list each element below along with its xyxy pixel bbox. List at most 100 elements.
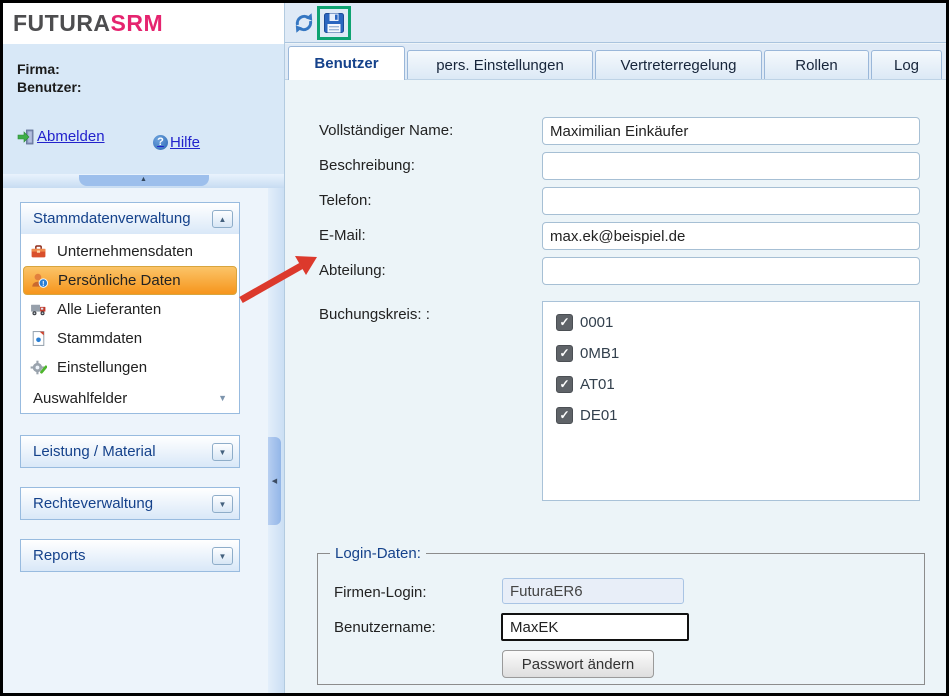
benutzername-input[interactable] [501,613,689,641]
buchungskreis-option-de01[interactable]: ✓ DE01 [556,406,618,424]
field-label-telefon: Telefon: [319,192,372,209]
option-label: AT01 [580,376,615,393]
panel-header-rechteverwaltung[interactable]: Rechteverwaltung ▼ [21,488,239,519]
logout-icon [17,129,35,145]
horizontal-splitter[interactable]: ▲ [3,174,284,188]
sidebar: FUTURASRM Firma: Benutzer: Abmelden ?Hil… [3,3,284,693]
checkbox-checked-icon[interactable]: ✓ [556,407,573,424]
beschreibung-input[interactable] [542,152,920,180]
tab-label: Vertreterregelung [621,57,737,74]
sidebar-item-alle-lieferanten[interactable]: Alle Lieferanten [23,295,237,324]
expand-down-icon[interactable]: ▼ [212,443,233,461]
toolbar [285,3,946,43]
brand-srm: SRM [111,10,164,36]
form-row: Vollständiger Name: [285,117,946,145]
field-label-beschreibung: Beschreibung: [319,157,415,174]
buchungskreis-option-0mb1[interactable]: ✓ 0MB1 [556,344,619,362]
tab-label: Benutzer [314,55,378,72]
sidebar-item-label: Einstellungen [57,359,147,376]
form-row: E-Mail: [285,222,946,250]
logout-label: Abmelden [37,128,105,145]
panel-header-reports[interactable]: Reports ▼ [21,540,239,571]
save-icon[interactable] [323,12,345,34]
refresh-icon[interactable] [293,12,315,34]
panel-rechteverwaltung: Rechteverwaltung ▼ [20,487,240,520]
benutzer-form: Vollständiger Name: Beschreibung: Telefo… [285,80,946,693]
tab-label: Log [894,57,919,74]
sidebar-item-persoenliche-daten[interactable]: ! Persönliche Daten [23,266,237,295]
accordion-nav: Stammdatenverwaltung ▲ Unternehmensdaten… [3,188,268,693]
stammdaten-menu: Unternehmensdaten ! Persönliche Daten Al… [21,234,239,413]
company-icon [30,243,47,260]
help-icon: ? [153,135,168,150]
tab-bar: Benutzer pers. Einstellungen Vertreterre… [285,44,946,80]
annotation-highlight-box [317,6,351,40]
panel-header-leistung-material[interactable]: Leistung / Material ▼ [21,436,239,467]
main-area: Benutzer pers. Einstellungen Vertreterre… [284,3,946,693]
help-link[interactable]: ?Hilfe [153,134,200,151]
panel-title: Stammdatenverwaltung [33,210,191,227]
buchungskreis-option-at01[interactable]: ✓ AT01 [556,375,615,393]
benutzer-label: Benutzer: [17,79,82,95]
collapse-up-icon[interactable]: ▲ [212,210,233,228]
abteilung-input[interactable] [542,257,920,285]
login-daten-legend: Login-Daten: [330,545,426,562]
svg-text:!: ! [42,281,44,288]
telefon-input[interactable] [542,187,920,215]
auswahlfelder-label: Auswahlfelder [33,390,127,407]
suppliers-icon [30,301,47,318]
tab-rollen[interactable]: Rollen [764,50,869,79]
login-daten-fieldset: Login-Daten: Firmen-Login: Benutzername:… [317,545,925,685]
option-label: 0MB1 [580,345,619,362]
panel-title: Rechteverwaltung [33,495,153,512]
form-row: Beschreibung: [285,152,946,180]
sidebar-item-label: Unternehmensdaten [57,243,193,260]
vollstaendiger-name-input[interactable] [542,117,920,145]
masterdata-icon [30,330,47,347]
sidebar-item-label: Persönliche Daten [58,272,181,289]
checkbox-checked-icon[interactable]: ✓ [556,314,573,331]
checkbox-checked-icon[interactable]: ✓ [556,345,573,362]
firmen-login-input [502,578,684,604]
buchungskreis-listbox: ✓ 0001 ✓ 0MB1 ✓ AT01 ✓ DE01 [542,301,920,501]
passwort-aendern-button[interactable]: Passwort ändern [502,650,654,678]
sidebar-item-einstellungen[interactable]: Einstellungen [23,353,237,382]
tab-label: pers. Einstellungen [436,57,564,74]
panel-header-stammdatenverwaltung[interactable]: Stammdatenverwaltung ▲ [21,203,239,234]
expand-down-icon[interactable]: ▼ [212,547,233,565]
tab-label: Rollen [795,57,838,74]
expand-down-icon[interactable]: ▼ [212,495,233,513]
sidebar-item-unternehmensdaten[interactable]: Unternehmensdaten [23,237,237,266]
panel-leistung-material: Leistung / Material ▼ [20,435,240,468]
tab-vertreterregelung[interactable]: Vertreterregelung [595,50,762,79]
brand-futura: FUTURA [13,10,111,36]
benutzername-label: Benutzername: [334,619,436,636]
tab-benutzer[interactable]: Benutzer [288,46,405,80]
app-window: FUTURASRM Firma: Benutzer: Abmelden ?Hil… [0,0,949,696]
person-icon: ! [31,272,48,289]
tab-log[interactable]: Log [871,50,942,79]
help-label: Hilfe [170,134,200,151]
chevron-down-icon[interactable]: ▼ [218,393,227,403]
buchungskreis-option-0001[interactable]: ✓ 0001 [556,313,613,331]
collapse-up-icon[interactable]: ▲ [79,175,209,186]
email-input[interactable] [542,222,920,250]
field-label-vollstaendiger-name: Vollständiger Name: [319,122,453,139]
buchungskreis-label: Buchungskreis: : [319,306,430,323]
vertical-splitter[interactable]: ◀ [268,188,284,693]
app-logo: FUTURASRM [3,3,284,44]
sidebar-item-stammdaten[interactable]: Stammdaten [23,324,237,353]
firma-label: Firma: [17,61,60,77]
settings-icon [30,359,47,376]
collapse-left-icon[interactable]: ◀ [268,437,281,525]
firmen-login-label: Firmen-Login: [334,584,427,601]
form-row: Telefon: [285,187,946,215]
field-label-abteilung: Abteilung: [319,262,386,279]
checkbox-checked-icon[interactable]: ✓ [556,376,573,393]
logout-link[interactable]: Abmelden [17,128,105,145]
auswahlfelder-row[interactable]: Auswahlfelder ▼ [23,382,237,413]
panel-stammdatenverwaltung: Stammdatenverwaltung ▲ Unternehmensdaten… [20,202,240,414]
option-label: 0001 [580,314,613,331]
tab-pers-einstellungen[interactable]: pers. Einstellungen [407,50,593,79]
sidebar-item-label: Alle Lieferanten [57,301,161,318]
